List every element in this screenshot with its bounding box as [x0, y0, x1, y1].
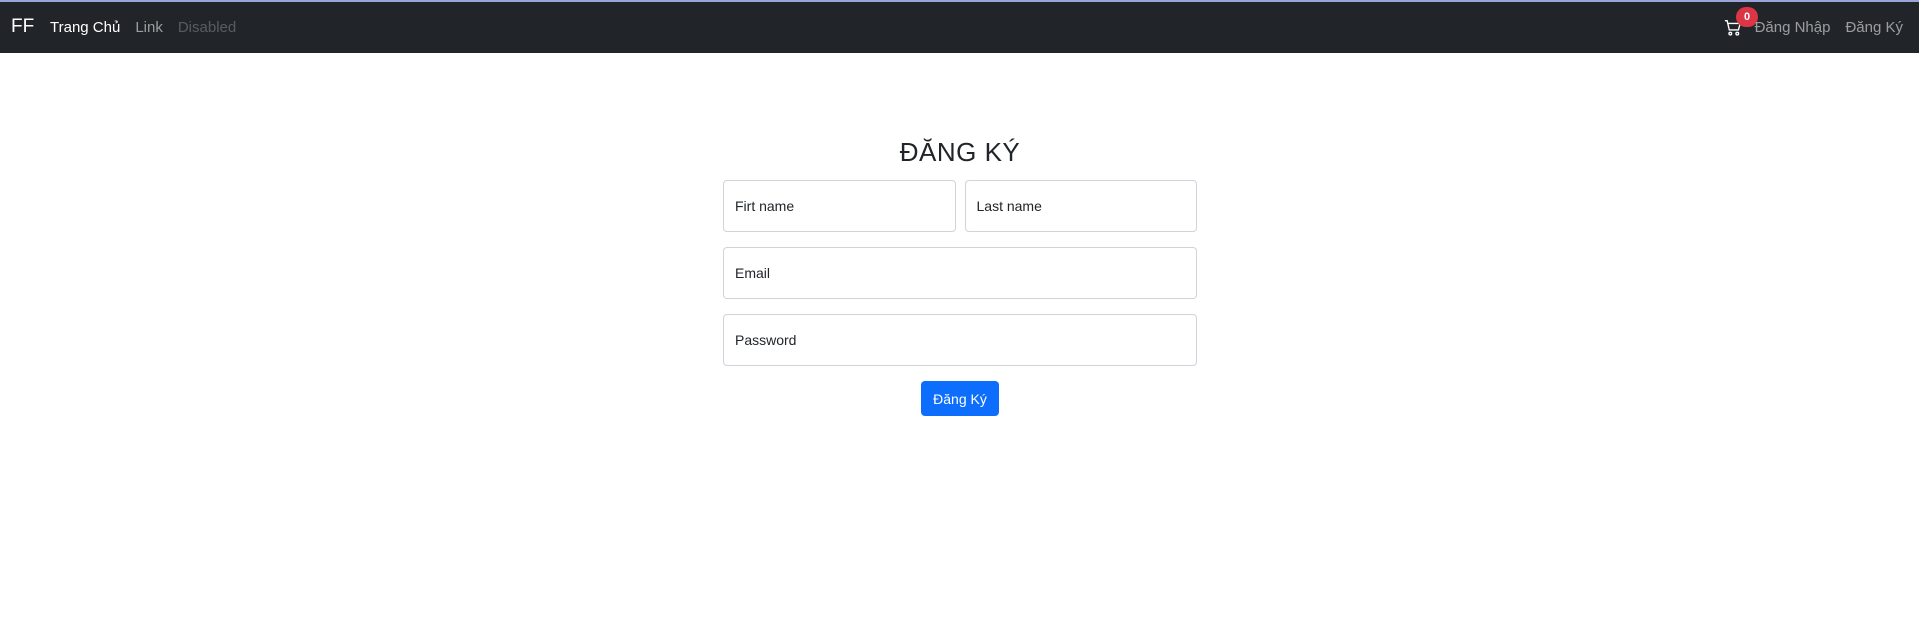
auth-links: Đăng Nhập Đăng Ký [1740, 19, 1903, 37]
last-name-field[interactable] [964, 180, 1197, 232]
password-row [723, 314, 1197, 366]
brand-logo[interactable]: FF [11, 16, 34, 38]
nav-link-disabled: Disabled [177, 19, 237, 36]
register-button[interactable]: Đăng Ký [921, 381, 999, 416]
register-form: ĐĂNG KÝ Đăng Ký [723, 136, 1197, 416]
nav-links: Trang Chủ Link Disabled [50, 19, 251, 37]
submit-row: Đăng Ký [723, 381, 1197, 416]
nav-link-link[interactable]: Link [135, 19, 163, 37]
first-name-field[interactable] [723, 180, 956, 232]
email-row [723, 247, 1197, 299]
login-link[interactable]: Đăng Nhập [1755, 19, 1831, 37]
name-row [723, 180, 1197, 232]
nav-link-home[interactable]: Trang Chủ [50, 19, 120, 37]
register-link[interactable]: Đăng Ký [1845, 19, 1903, 37]
password-field[interactable] [723, 314, 1197, 366]
top-navbar: FF Trang Chủ Link Disabled 0 Đăng Nhập Đ… [0, 0, 1919, 53]
page-title: ĐĂNG KÝ [899, 137, 1021, 167]
email-field[interactable] [723, 247, 1197, 299]
